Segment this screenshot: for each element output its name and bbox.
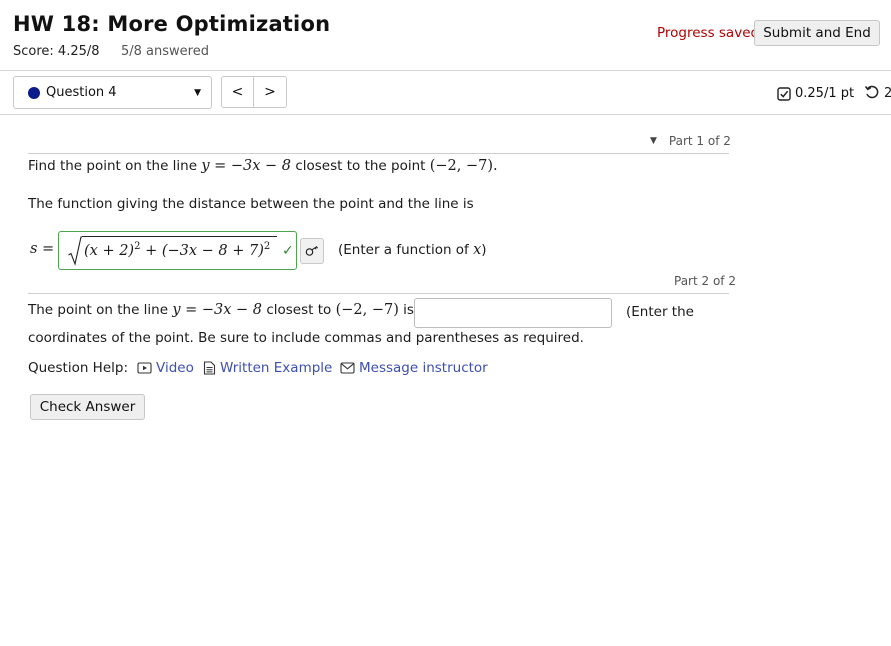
collapse-triangle-icon: ▼ xyxy=(650,136,657,146)
document-icon xyxy=(203,361,216,375)
s-equals-label: s = xyxy=(30,241,55,257)
message-instructor-link[interactable]: Message instructor xyxy=(340,360,488,376)
point-entry-instructions: coordinates of the point. Be sure to inc… xyxy=(28,330,584,346)
retry-icon[interactable] xyxy=(864,84,880,104)
progress-status: Progress saved xyxy=(657,25,760,41)
part2-divider xyxy=(28,293,729,294)
video-link-label: Video xyxy=(156,360,194,376)
part2-line-equation: y = −3x − 8 xyxy=(172,302,263,318)
points-text: 0.25/1 pt xyxy=(795,86,855,101)
question-status-dot-icon xyxy=(28,86,40,99)
sqrt-radical-icon xyxy=(68,236,82,266)
video-icon xyxy=(137,362,152,374)
part1-line-equation: y = −3x − 8 xyxy=(201,158,292,174)
question-select-label: Question 4 xyxy=(46,85,117,100)
answer-term-a: (x + 2) xyxy=(84,242,135,259)
retry-count: 2 xyxy=(884,86,891,101)
function-hint-pre: (Enter a function of xyxy=(338,242,474,258)
dropdown-arrow-icon: ▼ xyxy=(194,87,201,98)
distance-text: The function giving the distance between… xyxy=(28,196,474,212)
next-question-button[interactable]: > xyxy=(254,76,287,108)
function-hint-post: ) xyxy=(481,242,487,258)
part1-prompt-pre: Find the point on the line xyxy=(28,158,202,174)
answered-count: 5/8 answered xyxy=(121,44,209,59)
part2-prompt-pre: The point on the line xyxy=(28,302,173,318)
part2-prompt: The point on the line y = −3x − 8 closes… xyxy=(28,302,414,318)
video-link[interactable]: Video xyxy=(137,360,194,376)
check-answer-button[interactable]: Check Answer xyxy=(30,394,145,420)
part2-prompt-is: is xyxy=(398,302,414,318)
correct-check-icon: ✓ xyxy=(282,243,294,259)
part1-prompt-mid: closest to the point xyxy=(291,158,430,174)
checkbox-check-icon xyxy=(777,86,791,101)
part2-prompt-mid: closest to xyxy=(262,302,336,318)
nav-divider xyxy=(0,114,891,115)
written-example-label: Written Example xyxy=(220,360,333,376)
point-entry-hint: (Enter the xyxy=(626,304,694,320)
part1-divider xyxy=(28,153,729,154)
point-answer-input[interactable] xyxy=(414,298,612,328)
part1-header-label: Part 1 of 2 xyxy=(668,134,731,148)
question-help-label: Question Help: xyxy=(28,360,128,376)
message-instructor-label: Message instructor xyxy=(359,360,488,376)
written-example-link[interactable]: Written Example xyxy=(203,360,332,376)
part2-header: Part 2 of 2 xyxy=(674,274,736,288)
submit-and-end-button[interactable]: Submit and End xyxy=(754,20,880,46)
function-entry-hint: (Enter a function of x) xyxy=(338,242,487,258)
part1-prompt: Find the point on the line y = −3x − 8 c… xyxy=(28,158,498,174)
sqrt-content: (x + 2)2 + (−3x − 8 + 7)2 xyxy=(84,241,270,259)
key-icon[interactable] xyxy=(300,238,324,264)
answer-term-b: + (−3x − 8 + 7) xyxy=(140,242,264,259)
part1-point: (−2, −7). xyxy=(429,158,498,174)
question-select[interactable]: Question 4 ▼ xyxy=(13,76,212,109)
answer-exp-b: 2 xyxy=(263,241,271,252)
question-points: 0.25/1 pt xyxy=(777,86,854,101)
envelope-icon xyxy=(340,362,355,374)
part1-header[interactable]: ▼ Part 1 of 2 xyxy=(650,134,731,148)
part2-point: (−2, −7) xyxy=(335,302,399,318)
previous-question-button[interactable]: < xyxy=(221,76,254,108)
sqrt-vinculum xyxy=(82,236,277,237)
score-text: Score: 4.25/8 xyxy=(13,44,100,59)
header-divider xyxy=(0,70,891,71)
assignment-title: HW 18: More Optimization xyxy=(13,12,331,36)
